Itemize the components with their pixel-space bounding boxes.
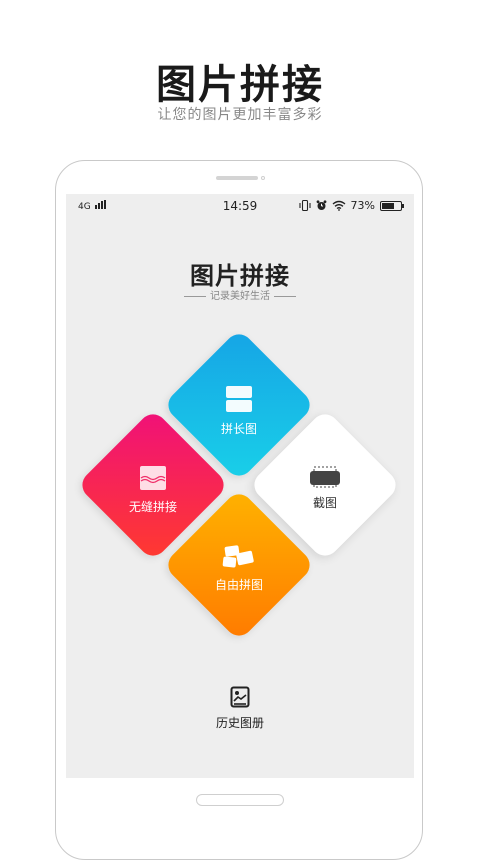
free-collage-content[interactable]: 自由拼图 [179,542,299,593]
status-bar: 4G 14:59 73% [66,194,414,218]
app-title: 图片拼接 [190,262,290,290]
history-album-icon [230,686,250,708]
history-album-button[interactable]: 历史图册 [190,686,290,731]
vibrate-icon [298,200,311,211]
free-collage-icon [222,545,254,568]
long-stitch-label: 拼长图 [220,422,257,436]
screenshot-icon [310,466,340,488]
seamless-stitch-content[interactable]: 无缝拼接 [93,464,213,515]
app-screen: 4G 14:59 73% 图片拼接 记录美好生活 拼长图 无缝拼接 截图 自由拼… [66,194,414,778]
app-slogan: 记录美好生活 [66,287,414,302]
slogan-text: 记录美好生活 [210,291,270,302]
free-collage-label: 自由拼图 [214,578,263,592]
seamless-stitch-label: 无缝拼接 [128,500,177,514]
seamless-stitch-icon [140,466,166,490]
promo-subtitle: 让您的图片更加丰富多彩 [157,107,323,123]
phone-camera [261,176,265,180]
wifi-icon [332,200,345,211]
long-stitch-icon [226,386,252,412]
screenshot-label: 截图 [312,496,337,510]
long-stitch-content[interactable]: 拼长图 [179,384,299,437]
phone-home-button [196,794,284,806]
alarm-icon [316,200,326,210]
promo-title: 图片拼接 [156,62,324,108]
battery-icon [380,200,404,211]
battery-fill [382,202,395,209]
slogan-divider-left [184,295,206,297]
battery-percent: 73% [350,199,375,212]
history-album-label: 历史图册 [215,716,264,730]
phone-speaker [216,176,258,180]
screenshot-content[interactable]: 截图 [265,466,385,511]
slogan-divider-right [274,295,296,297]
